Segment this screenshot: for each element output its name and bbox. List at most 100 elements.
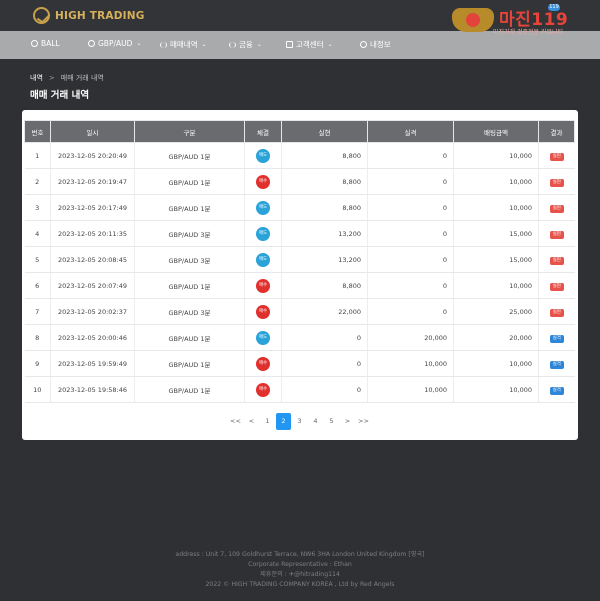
result-badge: 실격 — [549, 360, 564, 369]
cell-fail: 10,000 — [367, 376, 454, 403]
table-row: 8 2023-12-05 20:00:46 GBP/AUD 1분 매도 0 20,000 2… — [24, 324, 575, 351]
column-header: 구분 — [134, 120, 245, 143]
side-badge: 매수 — [256, 382, 270, 397]
cell-no: 6 — [24, 272, 51, 299]
watermark-subtitle: 마진거래 검증전문 커뮤니티 — [493, 29, 564, 36]
cell-time: 2023-12-05 20:08:45 — [50, 246, 135, 273]
cell-bet: 15,000 — [453, 246, 539, 273]
cell-bet: 15,000 — [453, 220, 539, 247]
cell-side: 매도 — [244, 220, 282, 247]
page-button[interactable]: 1 — [260, 413, 275, 430]
cell-realized: 8,800 — [281, 194, 368, 221]
trade-history-card: 번호 일시 구분 체결 실현 실격 배팅금액 결과 1 2023-12-05 20… — [22, 110, 578, 440]
side-badge: 매도 — [256, 330, 270, 345]
table-row: 2 2023-12-05 20:19:47 GBP/AUD 1분 매수 8,800 0 10… — [24, 168, 575, 195]
cell-no: 2 — [24, 168, 51, 195]
page-button[interactable]: 3 — [292, 413, 307, 430]
nav-label: 고객센터 — [296, 40, 324, 49]
cell-no: 10 — [24, 376, 51, 403]
cell-side: 매수 — [244, 376, 282, 403]
column-header: 실격 — [367, 120, 454, 143]
cell-time: 2023-12-05 20:17:49 — [50, 194, 135, 221]
cell-no: 1 — [24, 142, 51, 169]
column-header: 실현 — [281, 120, 368, 143]
result-badge: 실격 — [549, 334, 564, 343]
cell-time: 2023-12-05 20:19:47 — [50, 168, 135, 195]
breadcrumb-separator: > — [48, 74, 55, 82]
result-badge: 실현 — [549, 178, 564, 187]
page-button-current[interactable]: 2 — [276, 413, 291, 430]
cell-type: GBP/AUD 1분 — [134, 142, 245, 169]
table-row: 5 2023-12-05 20:08:45 GBP/AUD 3분 매도 13,200 0 1… — [24, 246, 575, 273]
cell-bet: 10,000 — [453, 142, 539, 169]
footer-copyright: 2022 © HIGH TRADING COMPANY KOREA , Ltd … — [205, 581, 395, 588]
result-badge: 실현 — [549, 230, 564, 239]
nav-label: 내정보 — [370, 40, 391, 49]
nav-item-my-info[interactable]: 내정보 — [360, 39, 391, 50]
cell-side: 매도 — [244, 194, 282, 221]
logo[interactable]: HIGH TRADING — [33, 7, 145, 24]
nav-item-support[interactable]: 고객센터 ⌄ — [286, 39, 333, 50]
cell-type: GBP/AUD 1분 — [134, 376, 245, 403]
cell-bet: 10,000 — [453, 272, 539, 299]
table-row: 7 2023-12-05 20:02:37 GBP/AUD 3분 매수 22,000 0 2… — [24, 298, 575, 325]
cell-no: 3 — [24, 194, 51, 221]
table-row: 10 2023-12-05 19:58:46 GBP/AUD 1분 매수 0 10,000… — [24, 376, 575, 403]
side-badge: 매수 — [256, 304, 270, 319]
breadcrumb-home[interactable]: 내역 — [30, 74, 43, 82]
cell-fail: 0 — [367, 168, 454, 195]
cell-fail: 0 — [367, 220, 454, 247]
cell-type: GBP/AUD 1분 — [134, 194, 245, 221]
footer-contact[interactable]: 제휴문의 : ✈@hitrading114 — [0, 570, 600, 580]
cell-bet: 10,000 — [453, 168, 539, 195]
page-next-button[interactable]: > — [340, 413, 355, 430]
cell-realized: 13,200 — [281, 246, 368, 273]
cell-result: 실현 — [538, 142, 575, 169]
watermark-emblem-icon — [452, 8, 494, 32]
cell-time: 2023-12-05 20:07:49 — [50, 272, 135, 299]
nav-item-gbp-aud[interactable]: GBP/AUD ⌄ — [88, 39, 141, 48]
side-badge: 매도 — [256, 226, 270, 241]
nav-item-trade-history[interactable]: 매매내역 ⌄ — [160, 39, 207, 50]
cell-fail: 0 — [367, 246, 454, 273]
cell-side: 매도 — [244, 142, 282, 169]
page-first-button[interactable]: << — [228, 413, 243, 430]
page-title: 매매 거래 내역 — [30, 90, 90, 101]
page-button[interactable]: 4 — [308, 413, 323, 430]
chart-bars-icon — [160, 41, 167, 48]
cell-result: 실현 — [538, 272, 575, 299]
cell-time: 2023-12-05 19:58:46 — [50, 376, 135, 403]
page-prev-button[interactable]: < — [244, 413, 259, 430]
cell-no: 4 — [24, 220, 51, 247]
nav-item-finance[interactable]: 금융 ⌄ — [229, 39, 262, 50]
cell-realized: 0 — [281, 350, 368, 377]
cell-no: 7 — [24, 298, 51, 325]
cell-bet: 20,000 — [453, 324, 539, 351]
cell-type: GBP/AUD 1분 — [134, 324, 245, 351]
side-badge: 매도 — [256, 252, 270, 267]
footer: address : Unit 7, 109 Goldhurst Terrace,… — [0, 550, 600, 590]
page-button[interactable]: 5 — [324, 413, 339, 430]
nav-label: BALL — [41, 39, 60, 48]
trade-history-table: 번호 일시 구분 체결 실현 실격 배팅금액 결과 1 2023-12-05 20… — [24, 120, 575, 403]
cell-result: 실현 — [538, 246, 575, 273]
cell-fail: 0 — [367, 272, 454, 299]
result-badge: 실현 — [549, 308, 564, 317]
cell-time: 2023-12-05 19:59:49 — [50, 350, 135, 377]
cell-result: 실격 — [538, 350, 575, 377]
cell-time: 2023-12-05 20:11:35 — [50, 220, 135, 247]
cell-result: 실현 — [538, 194, 575, 221]
breadcrumb-current: 매매 거래 내역 — [60, 74, 104, 82]
logo-text: HIGH TRADING — [55, 9, 145, 22]
cell-type: GBP/AUD 3분 — [134, 220, 245, 247]
nav-label: 금융 — [239, 40, 253, 49]
finance-icon — [229, 41, 236, 48]
watermark-badge: 119 — [548, 4, 560, 11]
cell-realized: 8,800 — [281, 168, 368, 195]
chevron-down-icon: ⌄ — [327, 41, 333, 48]
side-badge: 매수 — [256, 174, 270, 189]
nav-item-ball[interactable]: BALL — [31, 39, 60, 48]
cell-fail: 0 — [367, 298, 454, 325]
page-last-button[interactable]: >> — [356, 413, 371, 430]
cell-result: 실현 — [538, 168, 575, 195]
